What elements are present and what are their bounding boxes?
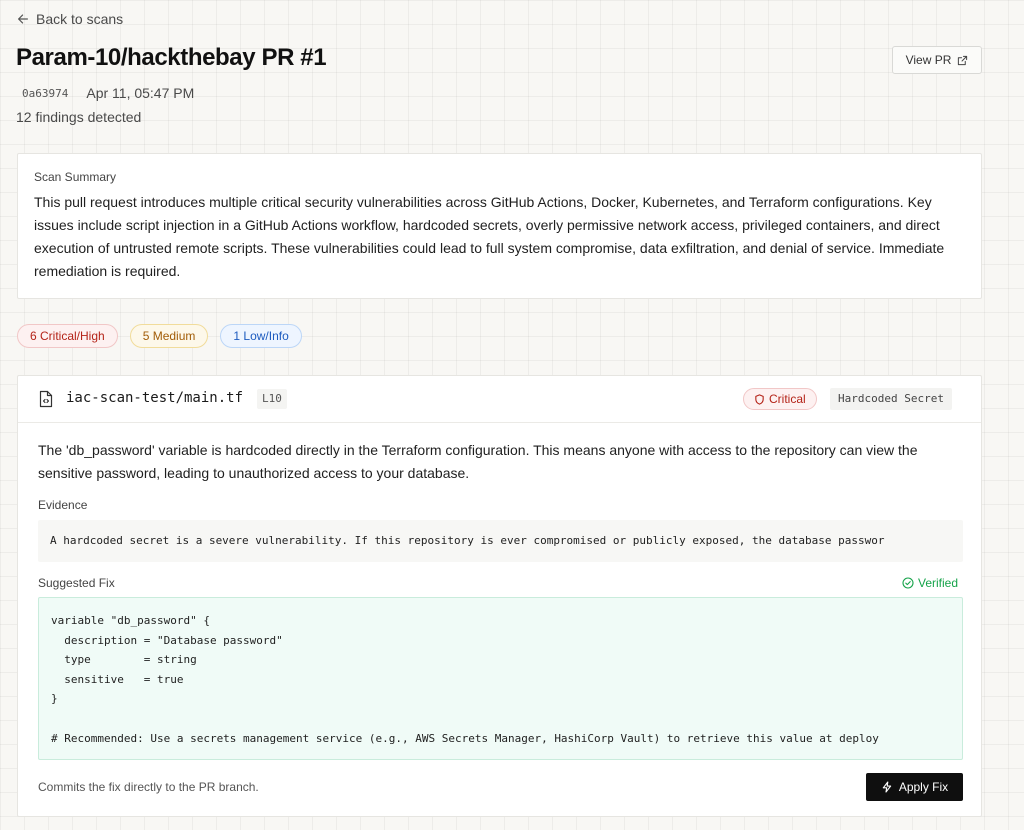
back-link-label: Back to scans xyxy=(36,11,124,27)
finding-description: The 'db_password' variable is hardcoded … xyxy=(38,442,918,481)
code-line: } xyxy=(51,692,58,706)
evidence-box: A hardcoded secret is a severe vulnerabi… xyxy=(38,520,963,562)
finding-file-path[interactable]: iac-scan-test/main.tf xyxy=(66,390,243,406)
back-to-scans-link[interactable]: Back to scans xyxy=(16,11,123,27)
view-pr-label: View PR xyxy=(905,53,952,67)
findings-count: 12 findings detected xyxy=(16,109,142,125)
external-link-icon xyxy=(958,55,968,65)
verified-indicator: Verified xyxy=(902,576,958,590)
view-pr-button[interactable]: View PR xyxy=(892,46,982,74)
critical-high-badge[interactable]: 6 Critical/High xyxy=(17,324,118,348)
severity-badge: Critical xyxy=(743,388,817,410)
finding-header: iac-scan-test/main.tf L10 Critical Hardc… xyxy=(18,376,981,423)
apply-fix-button[interactable]: Apply Fix xyxy=(866,773,963,801)
low-info-badge[interactable]: 1 Low/Info xyxy=(220,324,302,348)
scan-summary-text: This pull request introduces multiple cr… xyxy=(34,194,945,279)
suggested-fix-code: variable "db_password" { description = "… xyxy=(38,597,963,760)
finding-line-number: L10 xyxy=(257,389,287,409)
code-line: description = "Database password" xyxy=(51,633,283,647)
medium-badge[interactable]: 5 Medium xyxy=(129,324,209,348)
severity-filters: 6 Critical/High 5 Medium 1 Low/Info xyxy=(17,324,302,348)
page-title: Param-10/hackthebay PR #1 xyxy=(16,44,327,71)
shield-icon xyxy=(755,393,764,405)
finding-category-tag: Hardcoded Secret xyxy=(830,388,952,410)
evidence-label: Evidence xyxy=(38,498,88,512)
code-line: sensitive = true xyxy=(51,672,184,686)
code-line: variable "db_password" { xyxy=(51,614,210,627)
severity-label: Critical xyxy=(769,392,806,406)
verified-label: Verified xyxy=(918,576,959,590)
finding-card: iac-scan-test/main.tf L10 Critical Hardc… xyxy=(17,375,982,817)
scan-summary-card: Scan Summary This pull request introduce… xyxy=(17,153,982,299)
commit-hash: 0a63974 xyxy=(22,86,69,100)
suggested-fix-label: Suggested Fix xyxy=(38,576,115,590)
apply-fix-label: Apply Fix xyxy=(898,780,949,794)
file-code-icon xyxy=(39,390,53,408)
code-line: # Recommended: Use a secrets management … xyxy=(51,731,879,745)
commit-note: Commits the fix directly to the PR branc… xyxy=(38,780,259,794)
check-circle-icon xyxy=(902,577,914,589)
arrow-left-icon xyxy=(18,14,28,24)
code-line: type = string xyxy=(51,653,197,667)
scan-timestamp: Apr 11, 05:47 PM xyxy=(86,85,195,101)
scan-summary-heading: Scan Summary xyxy=(34,170,117,184)
scan-meta: 0a63974 Apr 11, 05:47 PM xyxy=(22,85,194,101)
lightning-icon xyxy=(882,781,891,793)
